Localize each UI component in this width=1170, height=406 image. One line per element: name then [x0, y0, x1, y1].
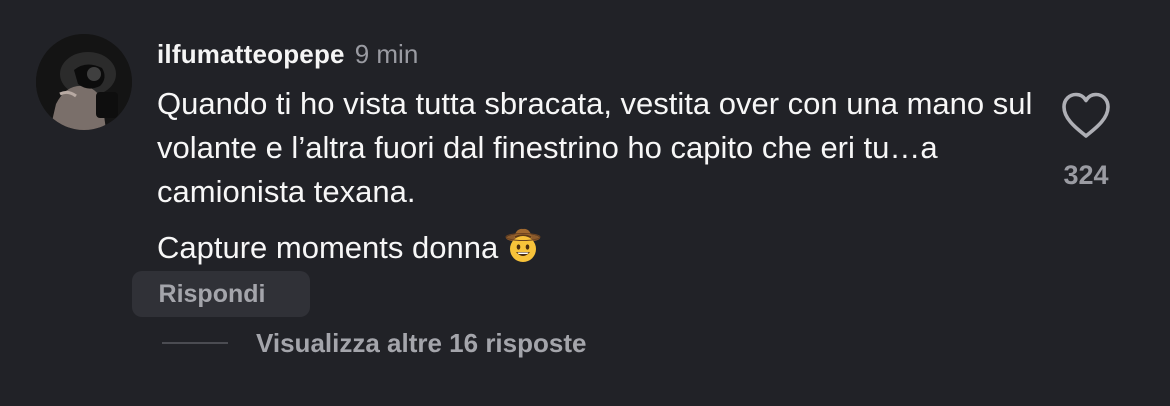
- comment-header: ilfumatteopepe 9 min: [157, 34, 418, 74]
- replies-divider: [162, 342, 228, 344]
- like-count[interactable]: 324: [1056, 160, 1116, 191]
- view-replies-label[interactable]: Visualizza altre 16 risposte: [256, 328, 586, 359]
- comment-text-second-line: Capture moments donna: [157, 226, 1037, 276]
- comment-text-2: Capture moments donna: [157, 230, 499, 265]
- username[interactable]: ilfumatteopepe: [157, 39, 345, 70]
- comment-timestamp: 9 min: [354, 38, 419, 69]
- heart-outline-icon[interactable]: [1059, 90, 1113, 140]
- avatar[interactable]: [36, 34, 132, 130]
- avatar-photo: [36, 34, 132, 130]
- comment-text: Quando ti ho vista tutta sbracata, vesti…: [157, 86, 1033, 209]
- view-replies[interactable]: Visualizza altre 16 risposte: [162, 323, 586, 363]
- cowboy-hat-face-icon: [504, 226, 542, 276]
- comment-body: Quando ti ho vista tutta sbracata, vesti…: [157, 82, 1037, 276]
- like-control: 324: [1056, 90, 1116, 200]
- reply-button[interactable]: Rispondi: [132, 271, 310, 317]
